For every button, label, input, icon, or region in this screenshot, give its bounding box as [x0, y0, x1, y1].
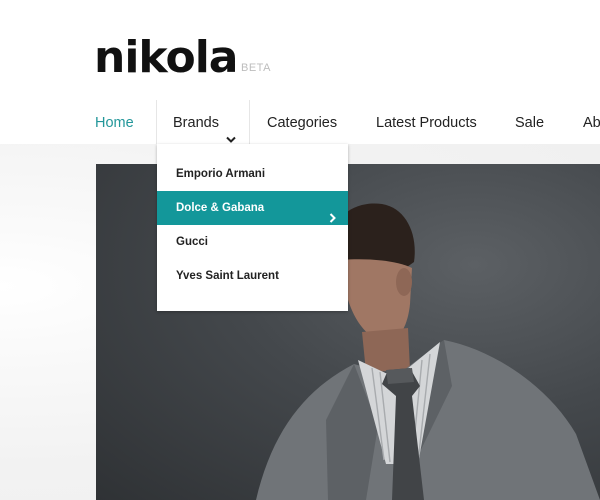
dropdown-item-label: Emporio Armani [176, 168, 266, 180]
nav-item-home[interactable]: Home [95, 100, 134, 144]
main-nav: Home Brands Categories Latest Products S… [0, 100, 600, 144]
dropdown-item-gucci[interactable]: Gucci [157, 225, 348, 259]
nav-item-latest-products[interactable]: Latest Products [376, 100, 477, 144]
dropdown-item-dolce-gabana[interactable]: Dolce & Gabana [157, 191, 348, 225]
dropdown-item-label: Dolce & Gabana [176, 202, 265, 214]
nav-item-brands[interactable]: Brands [157, 100, 249, 144]
site-header: nikola BETA Home Brands Categories Lates… [0, 0, 600, 144]
nav-item-home-label: Home [95, 115, 134, 131]
nav-item-sale[interactable]: Sale [515, 100, 544, 144]
dropdown-item-yves-saint-laurent[interactable]: Yves Saint Laurent [157, 259, 348, 293]
dropdown-item-emporio-armani[interactable]: Emporio Armani [157, 157, 348, 191]
beta-badge: BETA [241, 62, 271, 74]
nav-item-brands-label: Brands [173, 115, 219, 131]
brands-dropdown: Emporio Armani Dolce & Gabana Gucci Yves… [157, 144, 348, 311]
nav-item-latest-products-label: Latest Products [376, 115, 477, 131]
nav-item-categories-label: Categories [267, 115, 338, 131]
dropdown-item-label: Gucci [176, 236, 208, 248]
nav-item-categories[interactable]: Categories [267, 100, 337, 144]
nav-item-about[interactable]: Ab [583, 100, 600, 144]
dropdown-item-label: Yves Saint Laurent [176, 270, 279, 282]
site-logo[interactable]: nikola [94, 30, 238, 86]
nav-item-sale-label: Sale [515, 115, 545, 131]
nav-item-about-label: Ab [583, 115, 600, 131]
